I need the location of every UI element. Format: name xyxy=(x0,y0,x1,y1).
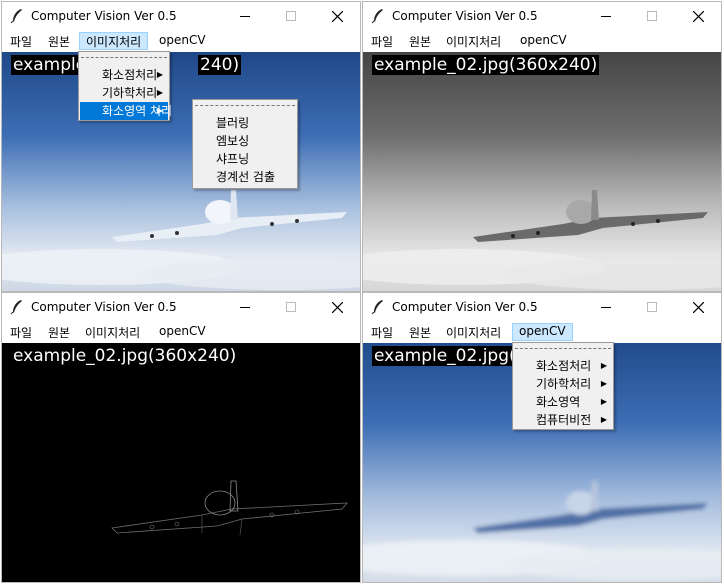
image-canvas: example 240) xyxy=(2,52,360,291)
title-bar[interactable]: Computer Vision Ver 0.5 xyxy=(2,293,360,322)
title-bar[interactable]: Computer Vision Ver 0.5 xyxy=(363,2,721,31)
title-bar[interactable]: Computer Vision Ver 0.5 xyxy=(2,2,360,31)
menu-original[interactable]: 원본 xyxy=(403,32,437,50)
menu-item-geometric[interactable]: 기하학처리 ▶ xyxy=(80,84,168,102)
close-button[interactable] xyxy=(314,293,360,322)
area-processing-submenu: 블러링 엠보싱 샤프닝 경계선 검출 xyxy=(192,99,298,189)
minimize-icon xyxy=(240,16,250,17)
menu-bar: 파일 원본 이미지처리 openCV xyxy=(363,322,721,342)
maximize-icon xyxy=(647,302,657,312)
maximize-icon xyxy=(647,11,657,21)
image-canvas: example_02.jpg(360x240) xyxy=(363,52,721,291)
minimize-icon xyxy=(240,307,250,308)
minimize-button[interactable] xyxy=(222,2,268,31)
maximize-icon xyxy=(286,11,296,21)
close-icon xyxy=(332,302,343,313)
menu-file[interactable]: 파일 xyxy=(4,32,38,50)
menu-file[interactable]: 파일 xyxy=(365,32,399,50)
tearoff-line[interactable] xyxy=(195,105,295,106)
airplane-photo-edges xyxy=(2,343,360,582)
minimize-button[interactable] xyxy=(222,293,268,322)
image-filename-label-tail: 240) xyxy=(198,55,242,75)
app-window-edge: Computer Vision Ver 0.5 파일 원본 이미지처리 open… xyxy=(1,292,361,583)
menu-image-processing[interactable]: 이미지처리 xyxy=(440,32,507,50)
close-icon xyxy=(693,302,704,313)
menu-item-edge-detection[interactable]: 경계선 검출 xyxy=(194,168,296,186)
feather-icon xyxy=(10,9,22,24)
minimize-icon xyxy=(601,307,611,308)
image-filename-label: example_02.jpg(360x240) xyxy=(372,55,600,75)
menu-original[interactable]: 원본 xyxy=(42,323,76,341)
app-window-grayscale: Computer Vision Ver 0.5 파일 원본 이미지처리 open… xyxy=(362,1,722,292)
feather-icon xyxy=(371,300,383,315)
tearoff-line[interactable] xyxy=(81,57,167,58)
menu-file[interactable]: 파일 xyxy=(4,323,38,341)
minimize-icon xyxy=(601,16,611,17)
image-processing-menu: 화소점처리 ▶ 기하학처리 ▶ 화소영역 처리 ▶ xyxy=(78,51,172,121)
maximize-button[interactable] xyxy=(268,2,314,31)
window-title: Computer Vision Ver 0.5 xyxy=(392,9,538,23)
menu-item-sharpening[interactable]: 샤프닝 xyxy=(194,150,296,168)
window-title: Computer Vision Ver 0.5 xyxy=(31,9,177,23)
menu-bar: 파일 원본 이미지처리 openCV xyxy=(2,31,360,51)
app-window-blur: Computer Vision Ver 0.5 파일 원본 이미지처리 open… xyxy=(362,292,722,583)
menu-item-embossing[interactable]: 엠보싱 xyxy=(194,132,296,150)
submenu-arrow-icon: ▶ xyxy=(600,379,607,388)
airplane-photo-grayscale xyxy=(363,52,721,291)
tearoff-line[interactable] xyxy=(515,348,611,349)
menu-image-processing[interactable]: 이미지처리 xyxy=(79,323,146,341)
menu-file[interactable]: 파일 xyxy=(365,323,399,341)
menu-original[interactable]: 원본 xyxy=(42,32,76,50)
menu-item-point-processing[interactable]: 화소점처리 ▶ xyxy=(80,66,168,84)
menu-item-area-processing[interactable]: 화소영역 처리 ▶ xyxy=(80,102,172,120)
menu-original[interactable]: 원본 xyxy=(403,323,437,341)
menu-opencv[interactable]: openCV xyxy=(514,32,573,50)
title-bar[interactable]: Computer Vision Ver 0.5 xyxy=(363,293,721,322)
window-title: Computer Vision Ver 0.5 xyxy=(392,300,538,314)
maximize-button[interactable] xyxy=(629,2,675,31)
menu-item-cv-computer-vision[interactable]: 컴퓨터비전 ▶ xyxy=(514,411,612,429)
submenu-arrow-icon: ▶ xyxy=(600,415,607,424)
submenu-arrow-icon: ▶ xyxy=(156,88,163,97)
menu-image-processing[interactable]: 이미지처리 xyxy=(440,323,507,341)
image-canvas: example_02.jpg(360x240) xyxy=(2,343,360,582)
close-button[interactable] xyxy=(314,2,360,31)
airplane-photo xyxy=(2,52,360,291)
maximize-button[interactable] xyxy=(268,293,314,322)
submenu-arrow-icon: ▶ xyxy=(600,397,607,406)
submenu-arrow-icon: ▶ xyxy=(156,70,163,79)
submenu-arrow-icon: ▶ xyxy=(600,361,607,370)
image-filename-label: example xyxy=(11,55,89,75)
close-icon xyxy=(332,11,343,22)
minimize-button[interactable] xyxy=(583,293,629,322)
close-button[interactable] xyxy=(675,293,721,322)
image-filename-label: example_02.jpg( xyxy=(372,346,518,366)
window-title: Computer Vision Ver 0.5 xyxy=(31,300,177,314)
minimize-button[interactable] xyxy=(583,2,629,31)
menu-item-blurring[interactable]: 블러링 xyxy=(194,114,296,132)
menu-bar: 파일 원본 이미지처리 openCV xyxy=(2,322,360,342)
feather-icon xyxy=(371,9,383,24)
submenu-arrow-icon: ▶ xyxy=(156,106,163,115)
menu-image-processing[interactable]: 이미지처리 xyxy=(79,32,149,50)
menu-item-cv-point-processing[interactable]: 화소점처리 ▶ xyxy=(514,357,612,375)
opencv-menu: 화소점처리 ▶ 기하학처리 ▶ 화소영역 ▶ 컴퓨터비전 ▶ xyxy=(512,342,614,430)
menu-opencv[interactable]: openCV xyxy=(153,32,212,50)
menu-opencv[interactable]: openCV xyxy=(512,323,573,341)
maximize-icon xyxy=(286,302,296,312)
maximize-button[interactable] xyxy=(629,293,675,322)
menu-bar: 파일 원본 이미지처리 openCV xyxy=(363,31,721,51)
feather-icon xyxy=(10,300,22,315)
close-icon xyxy=(693,11,704,22)
menu-item-cv-geometric[interactable]: 기하학처리 ▶ xyxy=(514,375,612,393)
image-filename-label: example_02.jpg(360x240) xyxy=(11,346,239,366)
menu-opencv[interactable]: openCV xyxy=(153,323,212,341)
menu-item-cv-area[interactable]: 화소영역 ▶ xyxy=(514,393,612,411)
close-button[interactable] xyxy=(675,2,721,31)
app-window-original: Computer Vision Ver 0.5 파일 원본 이미지처리 open… xyxy=(1,1,361,292)
